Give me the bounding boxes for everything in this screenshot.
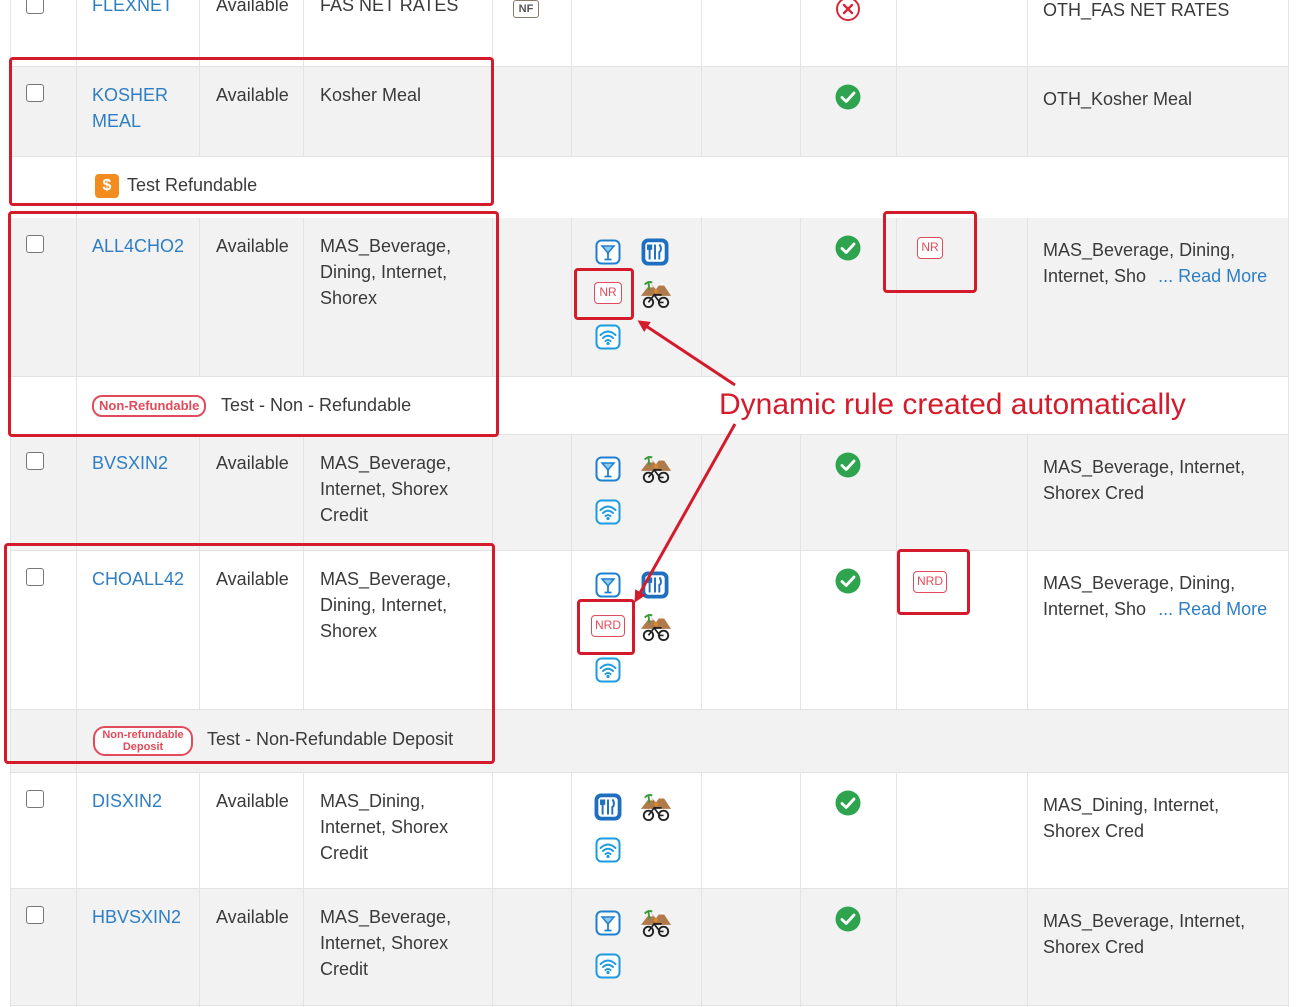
extra-text: MAS_Beverage, Internet, Shorex Cred <box>1043 908 1245 960</box>
description-line: MAS_Beverage, <box>320 907 452 927</box>
extra-text: MAS_Beverage, Internet, Shorex Cred <box>1043 454 1245 506</box>
extra-text: MAS_Dining, Internet, Shorex Cred <box>1043 792 1219 844</box>
highlight-nrd-amenity <box>577 599 635 655</box>
cocktail-icon <box>595 239 621 265</box>
utensils-icon <box>594 793 622 821</box>
highlight-nrd-rule <box>897 549 970 615</box>
column-divider <box>701 0 702 157</box>
wifi-icon <box>595 499 621 525</box>
check-circle-icon <box>835 568 861 594</box>
row-checkbox[interactable] <box>26 906 44 924</box>
description-text: MAS_Dining, Internet, Shorex Credit <box>320 788 448 866</box>
column-divider <box>492 773 493 1007</box>
column-divider <box>303 773 304 1007</box>
column-divider <box>1027 773 1028 1007</box>
description-line: MAS_Beverage, <box>320 453 452 473</box>
description-line: MAS_Dining, <box>320 791 426 811</box>
shore-excursion-icon <box>637 277 675 309</box>
extra-line: MAS_Beverage, Internet, <box>1043 457 1246 477</box>
extra-line: Internet, Sho... Read More <box>1043 599 1268 619</box>
extra-text: OTH_Kosher Meal <box>1043 89 1193 109</box>
highlight-nr-rule <box>883 211 977 293</box>
description-line: Credit <box>320 959 369 979</box>
column-divider <box>1027 0 1028 157</box>
annotation-label: Dynamic rule created automatically <box>719 388 1186 421</box>
check-circle-icon <box>835 790 861 816</box>
column-divider <box>800 0 801 157</box>
column-divider <box>199 773 200 1007</box>
wifi-icon <box>595 657 621 683</box>
check-circle-icon <box>835 906 861 932</box>
extra-line: MAS_Dining, Internet, <box>1043 795 1220 815</box>
row-checkbox[interactable] <box>26 0 44 14</box>
column-divider <box>701 773 702 1007</box>
code-link[interactable]: DISXIN2 <box>92 788 162 814</box>
row-checkbox[interactable] <box>26 790 44 808</box>
column-divider <box>571 218 572 377</box>
code-link[interactable]: FLEXNET <box>92 0 173 18</box>
cocktail-icon <box>595 572 621 598</box>
utensils-icon <box>641 238 669 266</box>
shore-excursion-icon <box>637 790 675 822</box>
extra-text: MAS_Beverage, Dining, Internet, Sho... R… <box>1043 237 1267 289</box>
description-line: Credit <box>320 505 369 525</box>
code-link[interactable]: BVSXIN2 <box>92 450 168 476</box>
extra-line: MAS_Beverage, Internet, <box>1043 911 1246 931</box>
description-text: MAS_Beverage, Internet, Shorex Credit <box>320 904 451 982</box>
check-circle-icon <box>835 235 861 261</box>
extra-line: MAS_Beverage, Dining, <box>1043 573 1236 593</box>
table-border-right <box>1288 0 1289 1007</box>
cocktail-icon <box>595 910 621 936</box>
status-text: Available <box>216 0 289 15</box>
shore-excursion-icon <box>637 906 675 938</box>
check-circle-icon <box>835 452 861 478</box>
extra-text: OTH_FAS NET RATES <box>1043 0 1230 20</box>
highlight-nr-amenity <box>574 268 634 320</box>
description-line: Internet, Shorex <box>320 817 449 837</box>
description-text: FAS NET RATES <box>320 0 459 15</box>
column-divider <box>1027 218 1028 377</box>
extra-line: MAS_Beverage, Dining, <box>1043 240 1236 260</box>
column-divider <box>571 435 572 710</box>
wifi-icon <box>595 324 621 350</box>
nf-badge-icon: NF <box>513 0 539 18</box>
description-line: Internet, Shorex <box>320 479 449 499</box>
status-text: Available <box>216 453 289 473</box>
column-divider <box>800 435 801 710</box>
extra-line: Shorex Cred <box>1043 937 1145 957</box>
description-line: Credit <box>320 843 369 863</box>
code-link[interactable]: HBVSXIN2 <box>92 904 181 930</box>
description-line: Internet, Shorex <box>320 933 449 953</box>
highlight-kosher-meal <box>9 57 494 206</box>
status-text: Available <box>216 907 289 927</box>
read-more-link[interactable]: ... Read More <box>1158 599 1267 619</box>
column-divider <box>701 435 702 710</box>
extra-line: Internet, Sho... Read More <box>1043 266 1268 286</box>
extra-line: Shorex Cred <box>1043 483 1145 503</box>
extra-line: Shorex Cred <box>1043 821 1145 841</box>
column-divider <box>800 773 801 1007</box>
highlight-choall42 <box>4 543 495 764</box>
status-text: Available <box>216 791 289 811</box>
read-more-link[interactable]: ... Read More <box>1158 266 1267 286</box>
column-divider <box>800 218 801 377</box>
column-divider <box>571 0 572 157</box>
shore-excursion-icon <box>637 610 675 642</box>
utensils-icon <box>641 571 669 599</box>
cocktail-icon <box>595 456 621 482</box>
column-divider <box>1027 435 1028 710</box>
column-divider <box>896 0 897 157</box>
column-divider <box>701 218 702 377</box>
description-text: MAS_Beverage, Internet, Shorex Credit <box>320 450 451 528</box>
extra-text: MAS_Beverage, Dining, Internet, Sho... R… <box>1043 570 1267 622</box>
x-circle-icon <box>835 0 861 22</box>
row-checkbox[interactable] <box>26 452 44 470</box>
shore-excursion-icon <box>637 452 675 484</box>
wifi-icon <box>595 837 621 863</box>
column-divider <box>571 773 572 1007</box>
column-divider <box>896 773 897 1007</box>
wifi-icon <box>595 953 621 979</box>
highlight-all4cho2 <box>8 211 499 437</box>
check-circle-icon <box>835 84 861 110</box>
